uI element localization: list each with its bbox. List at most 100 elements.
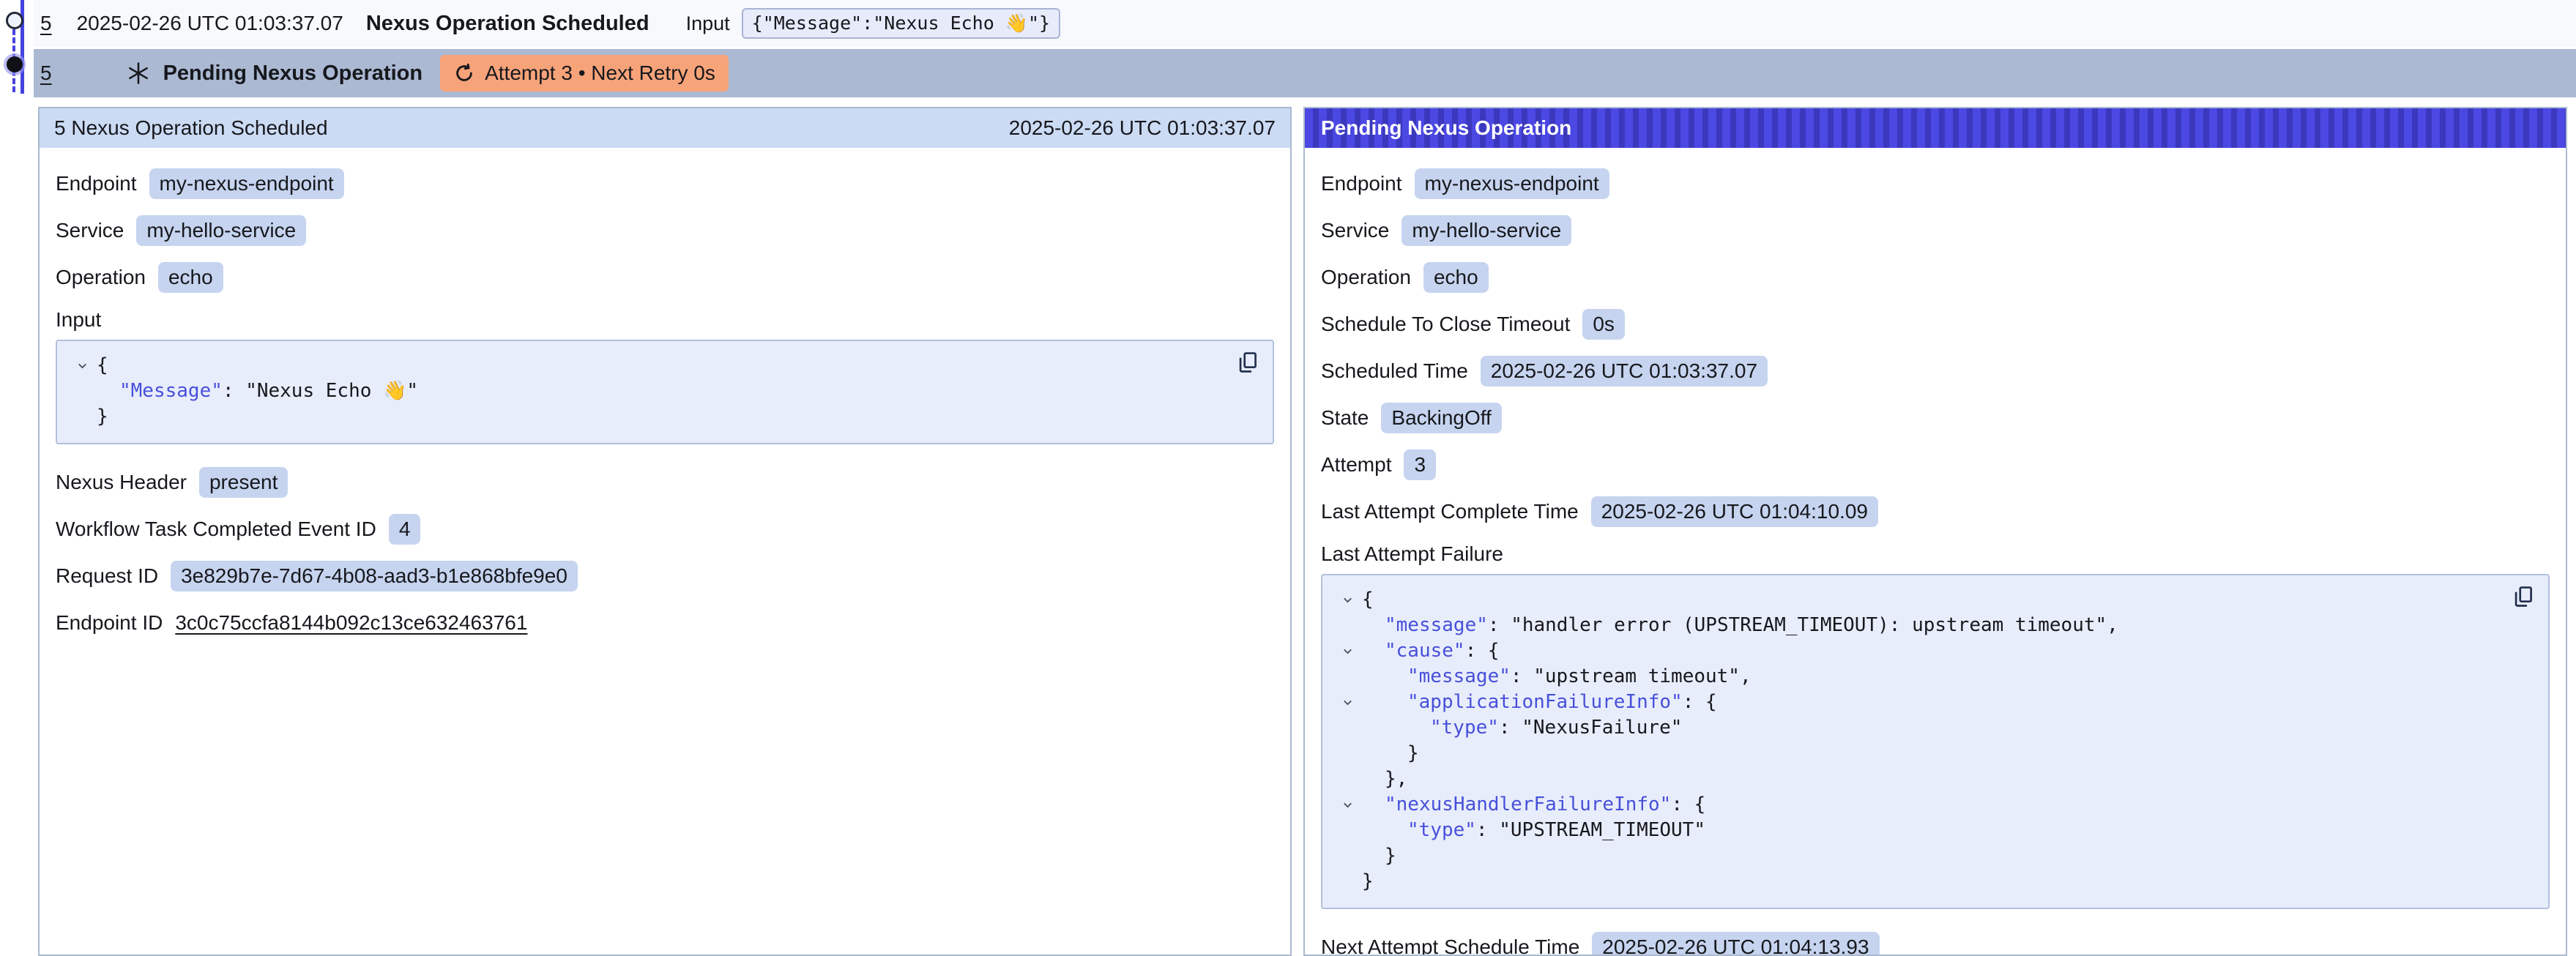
field-attempt: Attempt 3 (1321, 449, 2550, 481)
field-value-chip: 4 (389, 514, 421, 545)
json-line: "cause": { (1333, 638, 2504, 664)
json-line: "message": "handler error (UPSTREAM_TIME… (1333, 613, 2504, 638)
json-line: "message": "upstream timeout", (1333, 664, 2504, 690)
json-line-text: { (1362, 587, 1374, 613)
field-label: Endpoint (1321, 172, 1402, 195)
json-line-text: } (1362, 843, 1396, 869)
pending-operation-row[interactable]: 5 Pending Nexus Operation Attempt 3 • Ne… (34, 49, 2576, 97)
field-value-chip: echo (1423, 262, 1489, 293)
endpoint-id-link[interactable]: 3c0c75ccfa8144b092c13ce632463761 (175, 611, 527, 635)
event-id-link[interactable]: 5 (40, 12, 52, 35)
json-line-text: "type": "UPSTREAM_TIMEOUT" (1362, 818, 1705, 843)
json-line: "Message": "Nexus Echo 👋" (67, 378, 1229, 404)
field-label: Nexus Header (56, 471, 187, 494)
json-line: "applicationFailureInfo": { (1333, 690, 2504, 715)
field-label: Last Attempt Complete Time (1321, 500, 1579, 523)
field-endpoint: Endpoint my-nexus-endpoint (1321, 168, 2550, 200)
field-value-chip: my-hello-service (136, 215, 306, 246)
field-state: State BackingOff (1321, 402, 2550, 434)
json-line-text: }, (1362, 766, 1407, 792)
copy-button[interactable] (2510, 584, 2536, 610)
field-operation: Operation echo (1321, 261, 2550, 294)
json-gutter (1333, 818, 1362, 843)
event-timeline-rail (0, 0, 34, 98)
field-endpoint-id: Endpoint ID 3c0c75ccfa8144b092c13ce63246… (56, 607, 1274, 639)
json-line-text: "Message": "Nexus Echo 👋" (97, 378, 418, 404)
field-label: Request ID (56, 564, 158, 588)
field-label: Endpoint ID (56, 611, 163, 635)
field-label: Scheduled Time (1321, 359, 1468, 383)
json-gutter (1333, 843, 1362, 869)
field-label: Service (1321, 219, 1389, 242)
json-line-text: "type": "NexusFailure" (1362, 715, 1682, 741)
field-value-chip: 0s (1582, 309, 1625, 340)
json-line-text: } (1362, 869, 1374, 895)
field-value-chip: BackingOff (1381, 403, 1501, 433)
field-value-chip: present (199, 467, 288, 498)
field-request-id: Request ID 3e829b7e-7d67-4b08-aad3-b1e86… (56, 560, 1274, 592)
copy-icon (1235, 350, 1260, 375)
field-label: Workflow Task Completed Event ID (56, 518, 376, 541)
json-line: }, (1333, 766, 2504, 792)
json-collapse-chevron-icon[interactable] (1333, 690, 1362, 715)
field-label: Operation (1321, 266, 1411, 289)
json-line: { (1333, 587, 2504, 613)
json-gutter (67, 378, 97, 404)
json-gutter (1333, 715, 1362, 741)
field-service: Service my-hello-service (1321, 214, 2550, 247)
event-history-row[interactable]: 5 2025-02-26 UTC 01:03:37.07 Nexus Opera… (34, 0, 2576, 47)
json-collapse-chevron-icon[interactable] (67, 353, 97, 378)
field-value-chip: 2025-02-26 UTC 01:03:37.07 (1481, 356, 1768, 386)
json-gutter (1333, 613, 1362, 638)
field-scheduled-time: Scheduled Time 2025-02-26 UTC 01:03:37.0… (1321, 355, 2550, 387)
json-line: } (1333, 869, 2504, 895)
field-label: Operation (56, 266, 146, 289)
field-label: Service (56, 219, 124, 242)
timeline-node-filled-circle (7, 56, 23, 72)
event-detail-panel: 5 Nexus Operation Scheduled 2025-02-26 U… (38, 107, 1292, 956)
copy-button[interactable] (1235, 350, 1261, 376)
field-value-chip: 2025-02-26 UTC 01:04:13.93 (1592, 932, 1879, 956)
event-title: Nexus Operation Scheduled (366, 12, 649, 36)
event-timestamp: 2025-02-26 UTC 01:03:37.07 (77, 12, 343, 35)
field-operation: Operation echo (56, 261, 1274, 294)
json-line: } (67, 404, 1229, 430)
pending-asterisk-icon (125, 60, 152, 86)
field-value-chip: 3 (1404, 449, 1436, 480)
input-json-viewer: {"Message": "Nexus Echo 👋"} (56, 340, 1274, 444)
field-nexus-header: Nexus Header present (56, 466, 1274, 498)
event-detail-panel-header: 5 Nexus Operation Scheduled 2025-02-26 U… (40, 108, 1290, 148)
failure-block-label: Last Attempt Failure (1321, 542, 2550, 566)
json-line-text: "message": "handler error (UPSTREAM_TIME… (1362, 613, 2118, 638)
json-line: } (1333, 843, 2504, 869)
json-line-text: } (97, 404, 108, 430)
json-line: "nexusHandlerFailureInfo": { (1333, 792, 2504, 818)
field-value-chip: echo (158, 262, 223, 293)
json-line-text: } (1362, 741, 1419, 766)
field-last-attempt-complete-time: Last Attempt Complete Time 2025-02-26 UT… (1321, 496, 2550, 528)
attempt-badge-text: Attempt 3 • Next Retry 0s (485, 61, 715, 85)
copy-icon (2511, 584, 2536, 609)
pending-operation-panel: Pending Nexus Operation Endpoint my-nexu… (1303, 107, 2567, 956)
json-line: { (67, 353, 1229, 378)
json-line-text: "cause": { (1362, 638, 1500, 664)
detail-panels: 5 Nexus Operation Scheduled 2025-02-26 U… (38, 107, 2567, 956)
field-next-attempt-schedule-time: Next Attempt Schedule Time 2025-02-26 UT… (1321, 931, 2550, 956)
pending-operation-panel-body: Endpoint my-nexus-endpoint Service my-he… (1305, 148, 2566, 956)
field-endpoint: Endpoint my-nexus-endpoint (56, 168, 1274, 200)
event-detail-panel-body: Endpoint my-nexus-endpoint Service my-he… (40, 148, 1290, 668)
field-label: Schedule To Close Timeout (1321, 313, 1570, 336)
json-collapse-chevron-icon[interactable] (1333, 792, 1362, 818)
field-value-chip: my-nexus-endpoint (149, 168, 344, 199)
field-workflow-task-completed-event-id: Workflow Task Completed Event ID 4 (56, 513, 1274, 545)
json-line-text: "nexusHandlerFailureInfo": { (1362, 792, 1705, 818)
field-service: Service my-hello-service (56, 214, 1274, 247)
field-label: Endpoint (56, 172, 137, 195)
json-collapse-chevron-icon[interactable] (1333, 587, 1362, 613)
pending-id-link[interactable]: 5 (40, 61, 52, 85)
json-line-text: { (97, 353, 108, 378)
field-label: Next Attempt Schedule Time (1321, 936, 1579, 956)
json-line: "type": "UPSTREAM_TIMEOUT" (1333, 818, 2504, 843)
field-value-chip: 3e829b7e-7d67-4b08-aad3-b1e868bfe9e0 (171, 561, 578, 591)
json-collapse-chevron-icon[interactable] (1333, 638, 1362, 664)
